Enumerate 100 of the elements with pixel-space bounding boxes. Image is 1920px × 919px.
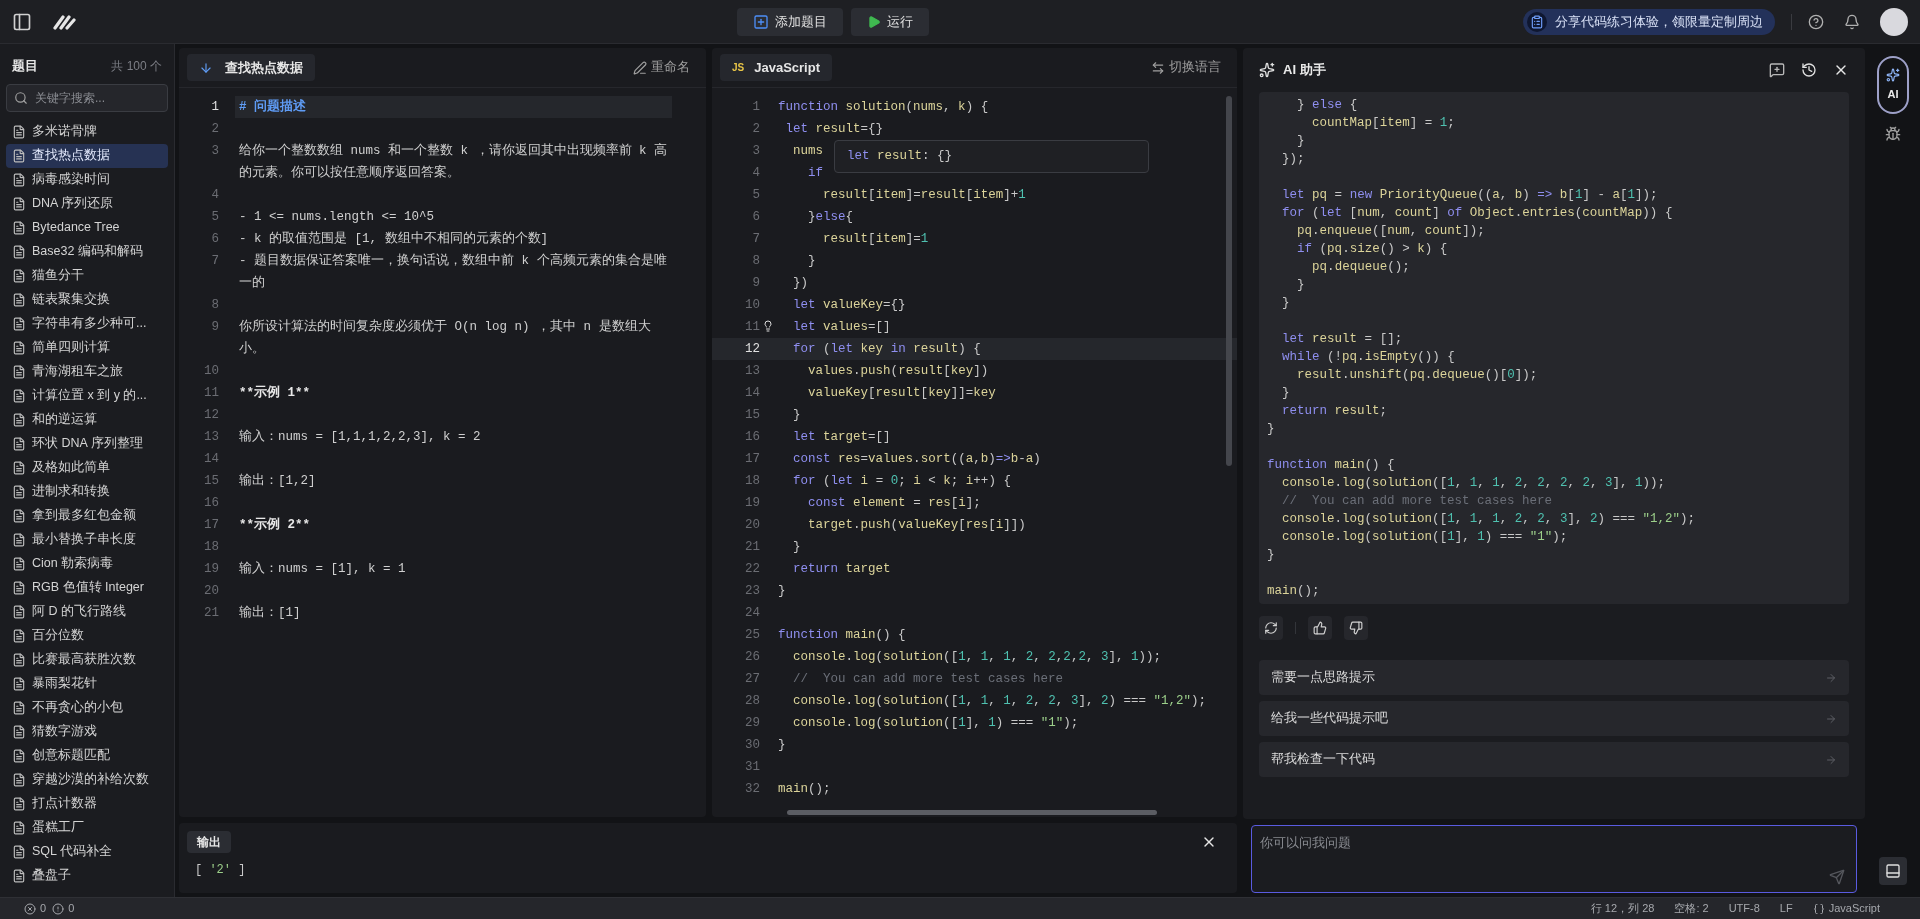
document-icon <box>12 748 26 763</box>
problem-item[interactable]: 病毒感染时间 <box>6 167 168 192</box>
problem-item[interactable]: 链表聚集交换 <box>6 287 168 312</box>
problem-item[interactable]: RGB 色值转 Integer <box>6 575 168 600</box>
code-line: console.log(solution([1], 1) === "1"); <box>1281 530 1568 544</box>
line-number: 2 <box>210 121 219 138</box>
toolbar-button[interactable]: 运行 <box>850 7 929 36</box>
chat-input[interactable]: 你可以问我问题 <box>1251 825 1857 893</box>
suggestion-button[interactable]: 给我一些代码提示吧 <box>1259 701 1849 736</box>
suggestion-button[interactable]: 帮我检查一下代码 <box>1259 742 1849 777</box>
vertical-scrollbar[interactable] <box>1226 96 1232 466</box>
problem-item[interactable]: Cion 勒索病毒 <box>6 551 168 576</box>
plus-square-icon <box>752 13 769 30</box>
line-number: 7 <box>751 230 760 248</box>
hover-tooltip: let result: {} <box>834 140 1149 173</box>
lightbulb-icon[interactable] <box>762 320 774 332</box>
problem-item[interactable]: 青海湖租车之旅 <box>6 359 168 384</box>
like-button[interactable] <box>1308 616 1332 640</box>
problem-item[interactable]: SQL 代码补全 <box>6 839 168 864</box>
braces-icon <box>1812 902 1825 915</box>
document-icon <box>12 724 26 739</box>
problem-item[interactable]: 不再贪心的小包 <box>6 695 168 720</box>
play-icon <box>866 14 881 29</box>
markdown-line: 给你一个整数数组 nums 和一个整数 k ，请你返回其中出现频率前 k 高的元素。你可以按任意顺序返回答案。 <box>239 144 667 180</box>
code-line: function solution(nums, k) { <box>778 98 989 116</box>
line-ending[interactable]: LF <box>1779 900 1793 917</box>
ai-assistant-button[interactable]: AI <box>1877 56 1909 114</box>
problem-item[interactable]: 穿越沙漠的补给次数 <box>6 767 168 792</box>
problem-item[interactable]: Bytedance Tree <box>6 215 168 240</box>
document-icon <box>12 340 26 355</box>
problem-item[interactable]: 百分位数 <box>6 623 168 648</box>
problem-item[interactable]: 暴雨梨花针 <box>6 671 168 696</box>
sparkle-icon <box>1259 62 1275 78</box>
problem-item[interactable]: 拿到最多红包金额 <box>6 503 168 528</box>
problem-item[interactable]: Base32 编码和解码 <box>6 239 168 264</box>
line-number: 22 <box>744 560 760 578</box>
problem-item[interactable]: 及格如此简单 <box>6 455 168 480</box>
line-number: 28 <box>744 692 760 710</box>
line-number: 29 <box>744 714 760 732</box>
problem-item[interactable]: 创意标题匹配 <box>6 743 168 768</box>
code-line: function main() { <box>1267 458 1395 472</box>
rename-button[interactable]: 重命名 <box>633 58 698 77</box>
problem-item[interactable]: 猫鱼分干 <box>6 263 168 288</box>
error-count: 0 <box>40 901 47 917</box>
markdown-line: 输出：[1,2] <box>239 474 316 488</box>
problem-item[interactable]: 字符串有多少种可... <box>6 311 168 336</box>
new-chat-icon[interactable] <box>1769 62 1785 78</box>
horizontal-scrollbar[interactable] <box>787 810 1157 815</box>
line-number: 21 <box>744 538 760 556</box>
history-icon[interactable] <box>1801 62 1817 78</box>
promo-banner[interactable]: 分享代码练习体验，领限量定制周边 <box>1523 8 1775 35</box>
output-tab[interactable]: 输出 <box>187 831 231 853</box>
assistant-title: AI 助手 <box>1283 61 1326 80</box>
sidebar-title: 题目 <box>12 57 38 75</box>
language-tab[interactable]: JS JavaScript <box>720 54 832 81</box>
bug-icon[interactable] <box>1885 126 1901 142</box>
problem-item[interactable]: 计算位置 x 到 y 的... <box>6 383 168 408</box>
document-icon <box>12 172 26 187</box>
notification-icon[interactable] <box>1844 13 1860 30</box>
encoding[interactable]: UTF-8 <box>1728 900 1760 917</box>
line-number: 9 <box>751 274 760 292</box>
problem-item[interactable]: 进制求和转换 <box>6 479 168 504</box>
problem-item[interactable]: 简单四则计算 <box>6 335 168 360</box>
problem-item[interactable]: 打点计数器 <box>6 791 168 816</box>
problem-item[interactable]: 多米诺骨牌 <box>6 119 168 144</box>
code-line: main(); <box>1267 584 1320 598</box>
dislike-button[interactable] <box>1344 616 1368 640</box>
problem-item[interactable]: 蛋糕工厂 <box>6 815 168 840</box>
document-icon <box>12 460 26 475</box>
toolbar-button[interactable]: 添加题目 <box>736 7 843 36</box>
code-line: } <box>792 406 801 424</box>
problem-item[interactable]: 比赛最高获胜次数 <box>6 647 168 672</box>
sidebar-toggle-icon[interactable] <box>12 11 32 32</box>
line-number: 17 <box>744 450 760 468</box>
regenerate-button[interactable] <box>1259 616 1283 640</box>
document-icon <box>12 700 26 715</box>
problem-item[interactable]: 猜数字游戏 <box>6 719 168 744</box>
cursor-position[interactable]: 行 12，列 28 <box>1590 900 1655 917</box>
problem-item[interactable]: 叠盘子 <box>6 863 168 888</box>
avatar[interactable] <box>1880 7 1908 36</box>
line-number: 27 <box>744 670 760 688</box>
suggestion-button[interactable]: 需要一点思路提示 <box>1259 660 1849 695</box>
problem-item[interactable]: 阿 D 的飞行路线 <box>6 599 168 624</box>
pen-icon <box>633 60 647 75</box>
problem-item[interactable]: DNA 序列还原 <box>6 191 168 216</box>
panel-button[interactable] <box>1879 857 1907 885</box>
code-line: function main() { <box>778 626 906 644</box>
problem-item[interactable]: 和的逆运算 <box>6 407 168 432</box>
problem-item[interactable]: 最小替换子串长度 <box>6 527 168 552</box>
problem-item[interactable]: 查找热点数据 <box>6 143 168 168</box>
line-number: 23 <box>744 582 760 600</box>
document-icon <box>12 532 26 547</box>
code-line: }); <box>1281 152 1305 166</box>
help-icon[interactable] <box>1808 13 1824 30</box>
search-field[interactable]: 关键字搜索... <box>6 83 168 112</box>
language-mode[interactable]: JavaScript <box>1828 900 1880 917</box>
switch-language-button[interactable]: 切换语言 <box>1151 58 1229 77</box>
problem-item[interactable]: 环状 DNA 序列整理 <box>6 431 168 456</box>
indentation[interactable]: 空格: 2 <box>1674 900 1709 917</box>
problem-tab[interactable]: 查找热点数据 <box>187 54 315 81</box>
